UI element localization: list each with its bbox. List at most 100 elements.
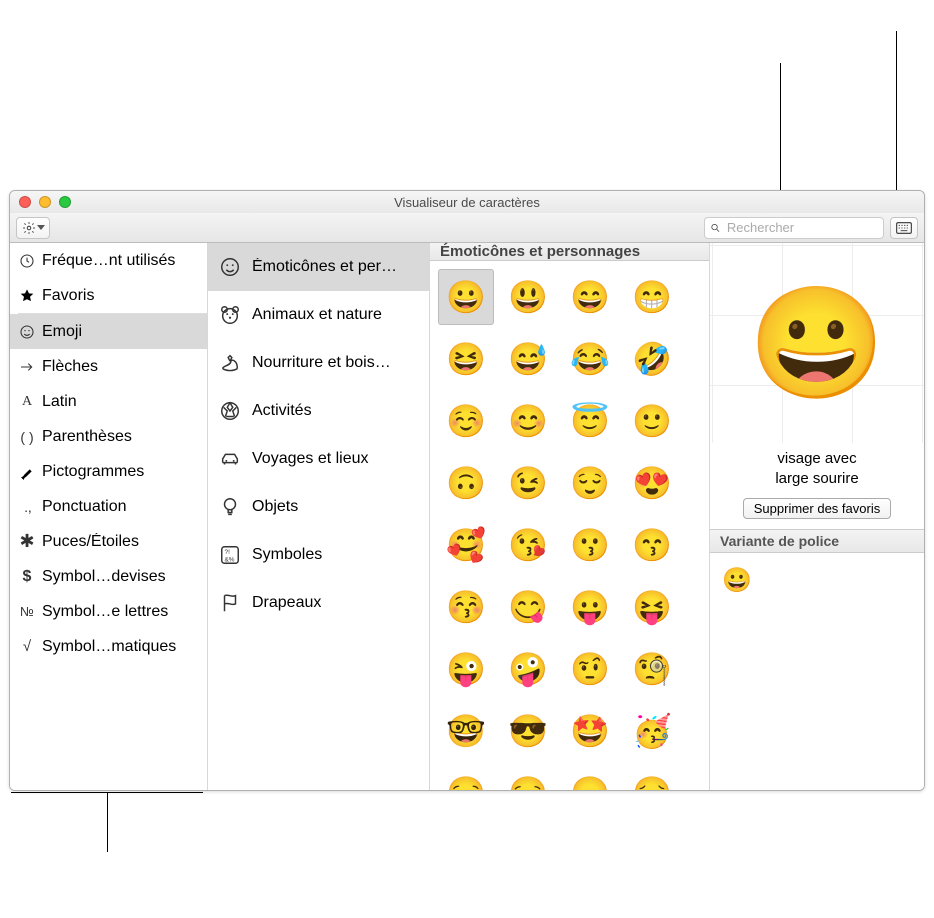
character-cell[interactable]: 😒 bbox=[500, 765, 556, 791]
character-cell[interactable]: 🤩 bbox=[562, 703, 618, 759]
character-cell[interactable]: 🙂 bbox=[624, 393, 680, 449]
sidebar-item-label: Symbol…devises bbox=[42, 568, 166, 586]
character-cell[interactable]: 🧐 bbox=[624, 641, 680, 697]
sidebar-item-currency[interactable]: $ Symbol…devises bbox=[10, 559, 207, 594]
preview-name-line1: visage avec bbox=[777, 450, 856, 467]
sidebar-item-label: Emoji bbox=[42, 323, 82, 341]
character-cell[interactable]: 😁 bbox=[624, 269, 680, 325]
subcat-objects[interactable]: Objets bbox=[208, 483, 429, 531]
sqrt-icon: √ bbox=[18, 638, 36, 656]
character-cell[interactable]: 😋 bbox=[500, 579, 556, 635]
subcat-animals[interactable]: Animaux et nature bbox=[208, 291, 429, 339]
character-viewer-window: Visualiseur de caractères bbox=[9, 190, 925, 791]
settings-menu-button[interactable] bbox=[16, 217, 50, 239]
sidebar-item-label: Symbol…e lettres bbox=[42, 603, 168, 621]
character-cell[interactable]: 😄 bbox=[562, 269, 618, 325]
sidebar-item-label: Pictogrammes bbox=[42, 463, 144, 481]
callout-line-keyboard bbox=[896, 31, 897, 215]
sidebar-item-recent[interactable]: Fréque…nt utilisés bbox=[10, 243, 207, 278]
character-cell[interactable]: 😏 bbox=[438, 765, 494, 791]
character-cell[interactable]: 🤪 bbox=[500, 641, 556, 697]
character-cell[interactable]: 😝 bbox=[624, 579, 680, 635]
svg-text:?!: ?! bbox=[225, 549, 231, 556]
sidebar-item-latin[interactable]: A Latin bbox=[10, 384, 207, 419]
subcat-label: Objets bbox=[252, 498, 298, 516]
character-grid-panel: Émoticônes et personnages 😀😃😄😁 😆😅😂🤣 ☺️😊😇🙂 🙃… bbox=[430, 243, 710, 790]
ball-icon bbox=[218, 399, 242, 423]
character-cell[interactable]: 😎 bbox=[500, 703, 556, 759]
character-cell[interactable]: 😂 bbox=[562, 331, 618, 387]
subcat-symbols[interactable]: ?!&% Symboles bbox=[208, 531, 429, 579]
character-cell[interactable]: 🥳 bbox=[624, 703, 680, 759]
character-cell[interactable]: 😗 bbox=[562, 517, 618, 573]
character-cell[interactable]: 🙃 bbox=[438, 455, 494, 511]
preview-panel: 😀 visage avec large sourire Supprimer de… bbox=[710, 243, 924, 790]
dollar-icon: $ bbox=[18, 568, 36, 586]
minimize-button[interactable] bbox=[39, 196, 51, 208]
character-cell[interactable]: 😀 bbox=[438, 269, 494, 325]
subcat-flags[interactable]: Drapeaux bbox=[208, 579, 429, 627]
food-icon bbox=[218, 351, 242, 375]
character-cell[interactable]: 😚 bbox=[438, 579, 494, 635]
sidebar-item-letterlike[interactable]: № Symbol…e lettres bbox=[10, 594, 207, 629]
window-titlebar: Visualiseur de caractères bbox=[10, 191, 924, 213]
car-icon bbox=[218, 447, 242, 471]
character-cell[interactable]: 😃 bbox=[500, 269, 556, 325]
subcat-label: Émoticônes et per… bbox=[252, 258, 397, 276]
subcat-smileys[interactable]: Émoticônes et per… bbox=[208, 243, 429, 291]
dots-icon: . , bbox=[18, 498, 36, 516]
sidebar-item-parentheses[interactable]: ( ) Parenthèses bbox=[10, 419, 207, 454]
character-cell[interactable]: 😊 bbox=[500, 393, 556, 449]
character-cell[interactable]: 🥰 bbox=[438, 517, 494, 573]
sidebar-item-punctuation[interactable]: . , Ponctuation bbox=[10, 489, 207, 524]
zoom-button[interactable] bbox=[59, 196, 71, 208]
character-cell[interactable]: 😍 bbox=[624, 455, 680, 511]
font-variants-header: Variante de police bbox=[710, 529, 924, 553]
character-cell[interactable]: 😅 bbox=[500, 331, 556, 387]
grid-header: Émoticônes et personnages bbox=[430, 243, 709, 261]
font-variants-list: 😀 bbox=[710, 553, 924, 607]
category-sidebar: Fréque…nt utilisés Favoris Emoji Flèches bbox=[10, 243, 208, 790]
preview-name: visage avec large sourire bbox=[710, 443, 924, 498]
character-cell[interactable]: 😌 bbox=[562, 455, 618, 511]
subcat-label: Symboles bbox=[252, 546, 322, 564]
clock-icon bbox=[18, 252, 36, 270]
sidebar-item-bullets[interactable]: ✱ Puces/Étoiles bbox=[10, 524, 207, 559]
sidebar-item-math[interactable]: √ Symbol…matiques bbox=[10, 629, 207, 664]
character-cell[interactable]: ☺️ bbox=[438, 393, 494, 449]
subcat-food[interactable]: Nourriture et bois… bbox=[208, 339, 429, 387]
sidebar-item-favorites[interactable]: Favoris bbox=[10, 278, 207, 313]
sidebar-item-arrows[interactable]: Flèches bbox=[10, 349, 207, 384]
preview-glyph: 😀 bbox=[710, 243, 924, 443]
star-icon bbox=[18, 287, 36, 305]
subcat-label: Activités bbox=[252, 402, 312, 420]
character-cell[interactable]: 😙 bbox=[624, 517, 680, 573]
sidebar-item-pictographs[interactable]: Pictogrammes bbox=[10, 454, 207, 489]
sidebar-item-emoji[interactable]: Emoji bbox=[10, 314, 207, 349]
keyboard-viewer-button[interactable] bbox=[890, 217, 918, 239]
sidebar-item-label: Symbol…matiques bbox=[42, 638, 176, 656]
subcat-activity[interactable]: Activités bbox=[208, 387, 429, 435]
character-cell[interactable]: 😘 bbox=[500, 517, 556, 573]
character-cell[interactable]: 😞 bbox=[562, 765, 618, 791]
character-cell[interactable]: 😉 bbox=[500, 455, 556, 511]
close-button[interactable] bbox=[19, 196, 31, 208]
keyboard-icon bbox=[896, 222, 912, 234]
search-input[interactable] bbox=[725, 219, 878, 236]
search-field[interactable] bbox=[704, 217, 884, 239]
character-cell[interactable]: 😇 bbox=[562, 393, 618, 449]
character-cell[interactable]: 😔 bbox=[624, 765, 680, 791]
character-cell[interactable]: 😜 bbox=[438, 641, 494, 697]
sidebar-item-label: Fréque…nt utilisés bbox=[42, 252, 175, 270]
gear-icon bbox=[22, 221, 36, 235]
window-title: Visualiseur de caractères bbox=[394, 195, 540, 210]
remove-from-favorites-button[interactable]: Supprimer des favoris bbox=[743, 498, 891, 519]
subcat-travel[interactable]: Voyages et lieux bbox=[208, 435, 429, 483]
character-grid: 😀😃😄😁 😆😅😂🤣 ☺️😊😇🙂 🙃😉😌😍 🥰😘😗😙 😚😋😛😝 😜🤪🤨🧐 🤓😎🤩🥳 😏😒😞😔 bbox=[430, 261, 709, 791]
font-variant[interactable]: 😀 bbox=[720, 563, 754, 597]
character-cell[interactable]: 🤣 bbox=[624, 331, 680, 387]
character-cell[interactable]: 🤨 bbox=[562, 641, 618, 697]
character-cell[interactable]: 😛 bbox=[562, 579, 618, 635]
character-cell[interactable]: 😆 bbox=[438, 331, 494, 387]
character-cell[interactable]: 🤓 bbox=[438, 703, 494, 759]
